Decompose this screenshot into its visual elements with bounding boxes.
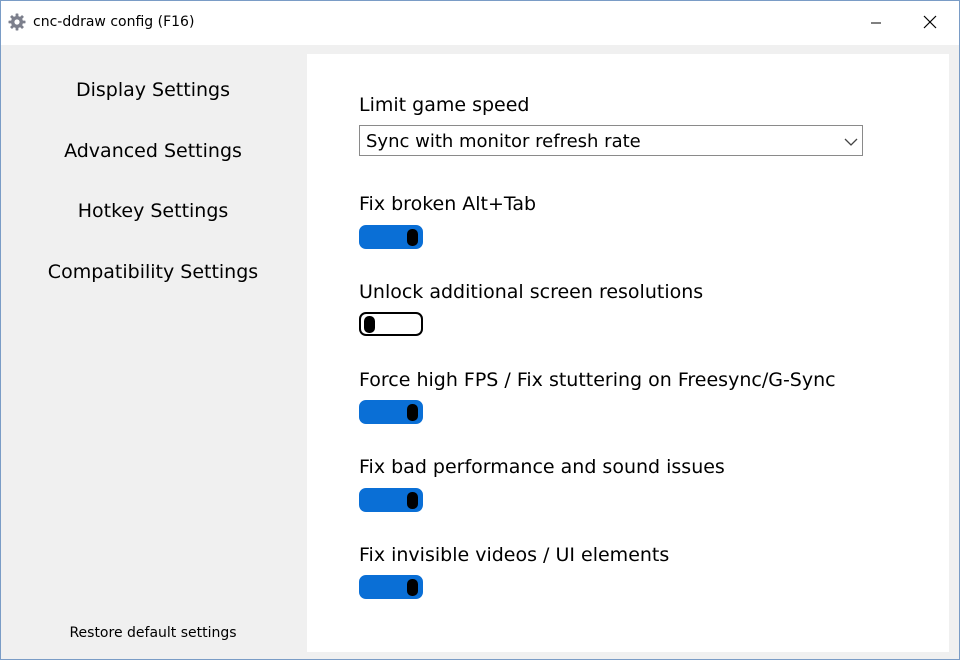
limit-game-speed-select[interactable]: Sync with monitor refresh rate <box>359 125 863 156</box>
sidebar-item-compatibility-settings[interactable]: Compatibility Settings <box>1 261 305 283</box>
sidebar-item-advanced-settings[interactable]: Advanced Settings <box>1 140 305 162</box>
chevron-down-icon <box>844 134 858 148</box>
unlock-resolutions-label: Unlock additional screen resolutions <box>359 281 704 303</box>
unlock-resolutions-toggle[interactable] <box>359 312 423 336</box>
title-bar: cnc-ddraw config (F16) <box>1 1 959 45</box>
fix-performance-toggle[interactable] <box>359 488 423 512</box>
select-value: Sync with monitor refresh rate <box>366 131 641 152</box>
force-high-fps-toggle[interactable] <box>359 400 423 424</box>
fix-alt-tab-label: Fix broken Alt+Tab <box>359 193 537 215</box>
minimize-button[interactable] <box>853 1 899 45</box>
limit-game-speed-label: Limit game speed <box>359 94 530 116</box>
fix-alt-tab-toggle[interactable] <box>359 225 423 249</box>
toggle-knob <box>407 229 418 246</box>
sidebar-item-display-settings[interactable]: Display Settings <box>1 79 305 101</box>
sidebar-item-hotkey-settings[interactable]: Hotkey Settings <box>1 200 305 222</box>
fix-performance-label: Fix bad performance and sound issues <box>359 456 725 478</box>
fix-invisible-videos-toggle[interactable] <box>359 575 423 599</box>
app-window: cnc-ddraw config (F16) Display Settings … <box>0 0 960 660</box>
toggle-knob <box>364 316 375 333</box>
close-icon <box>923 14 937 33</box>
sidebar-item-label: Advanced Settings <box>64 140 242 162</box>
window-title: cnc-ddraw config (F16) <box>33 14 195 30</box>
sidebar-item-label: Display Settings <box>75 79 230 101</box>
settings-panel: Limit game speed Sync with monitor refre… <box>307 54 949 652</box>
sidebar-item-label: Hotkey Settings <box>77 200 229 222</box>
close-button[interactable] <box>907 1 953 45</box>
minimize-icon <box>870 14 882 33</box>
toggle-knob <box>407 492 418 509</box>
gear-icon <box>8 13 26 31</box>
toggle-knob <box>407 404 418 421</box>
force-high-fps-label: Force high FPS / Fix stuttering on Frees… <box>359 369 836 391</box>
restore-defaults-button[interactable]: Restore default settings <box>1 625 305 641</box>
fix-invisible-videos-label: Fix invisible videos / UI elements <box>359 544 670 566</box>
sidebar-item-label: Compatibility Settings <box>47 261 259 283</box>
toggle-knob <box>407 579 418 596</box>
